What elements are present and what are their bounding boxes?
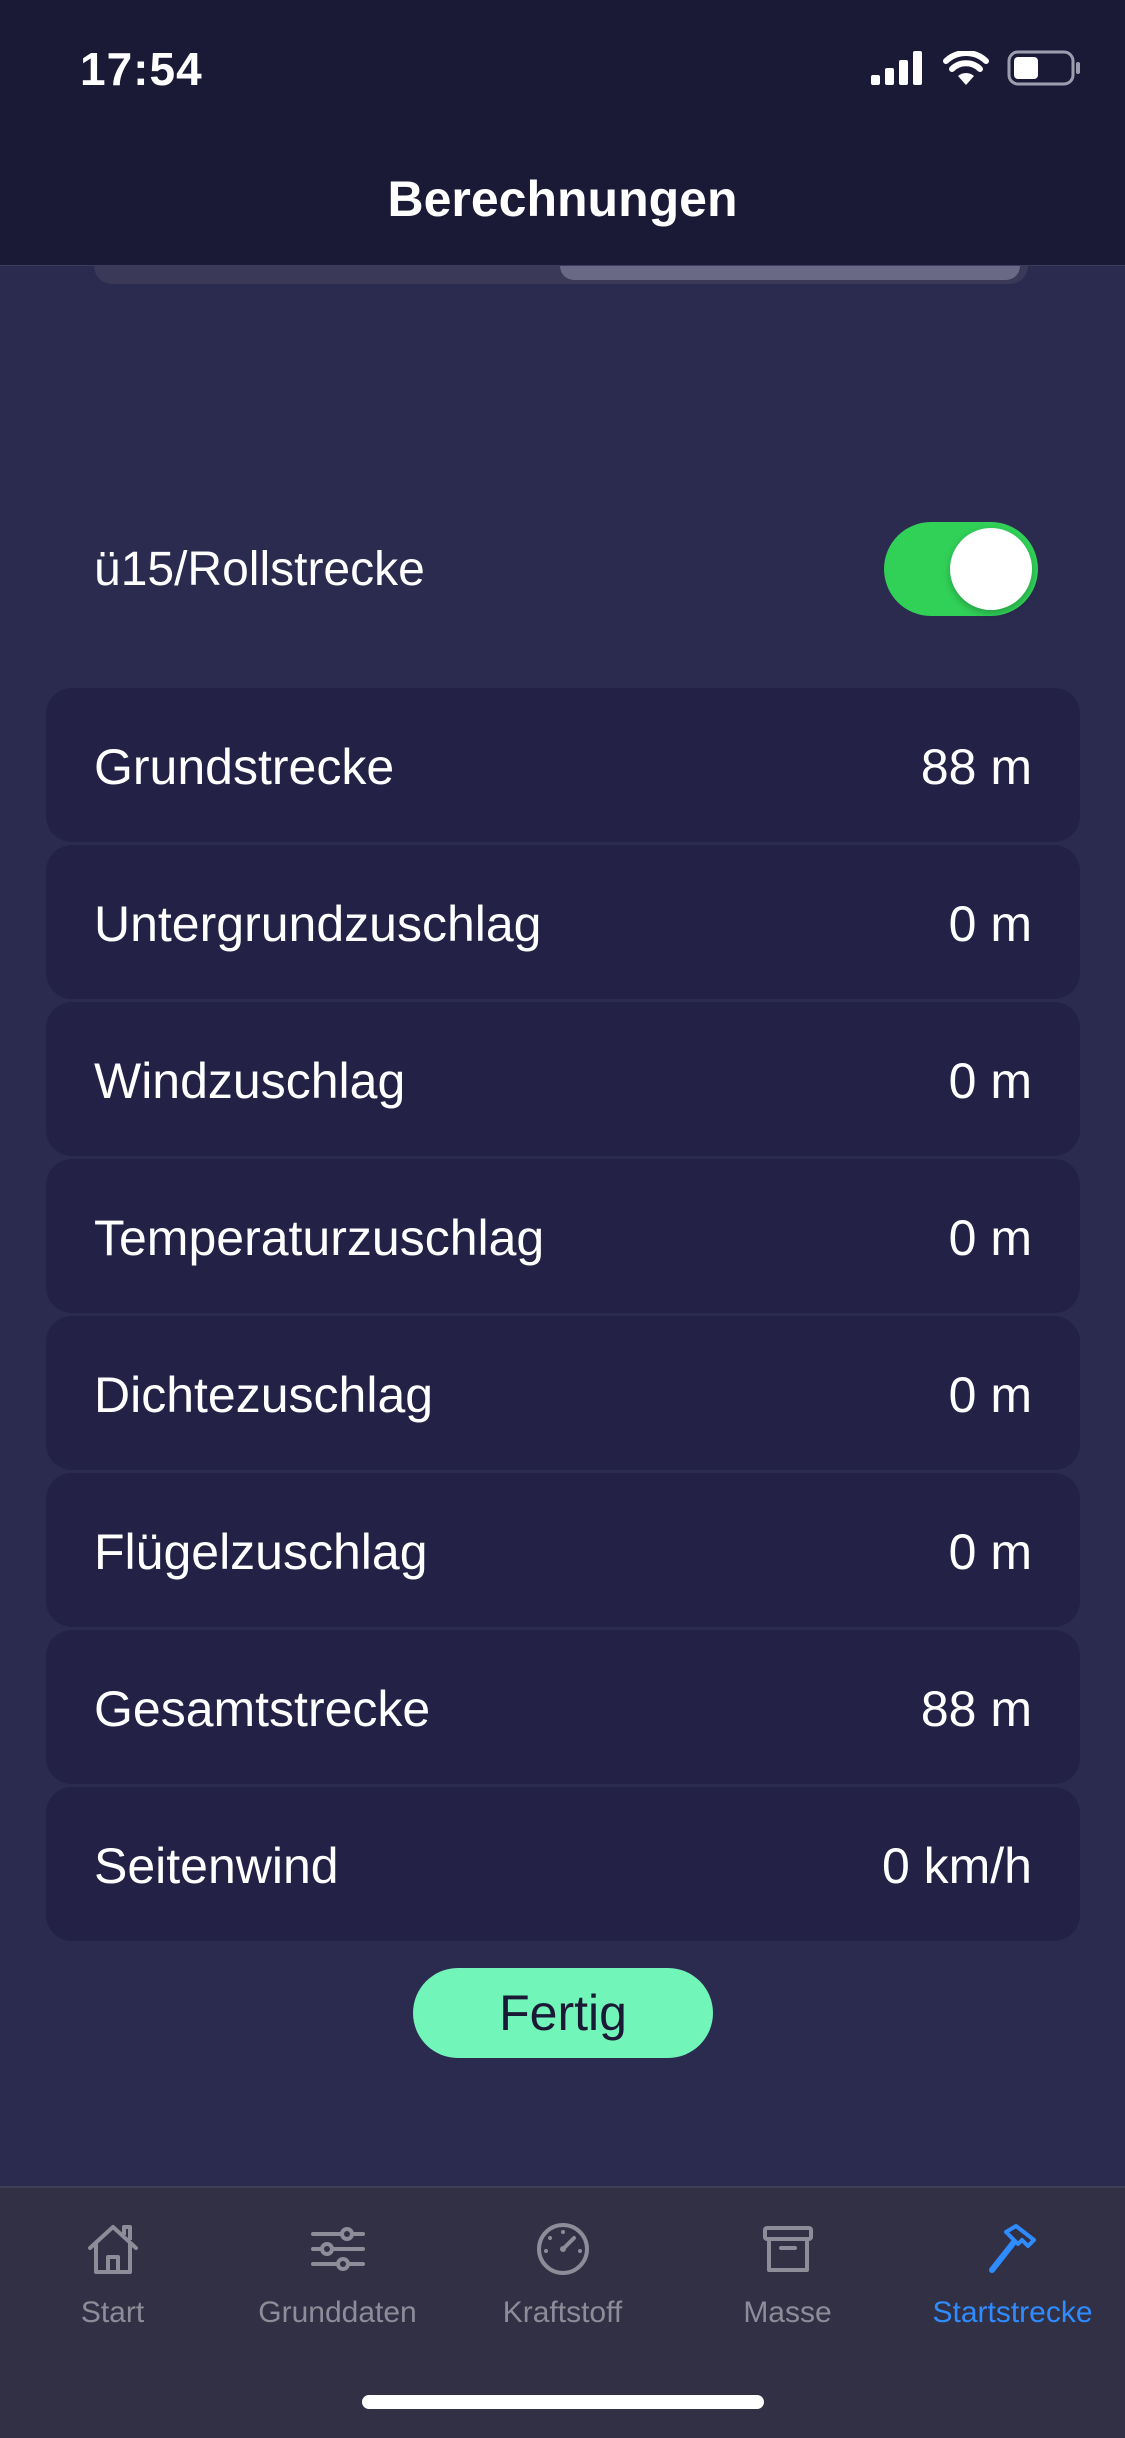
result-label: Windzuschlag [94,1053,406,1109]
results-list: Grundstrecke 88 m Untergrundzuschlag 0 m… [46,688,1080,1944]
done-button[interactable]: Fertig [413,1968,713,2058]
tab-label: Startstrecke [932,2296,1093,2329]
page-title: Berechnungen [387,171,738,227]
result-value: 0 m [948,1524,1032,1580]
result-value: 0 km/h [881,1838,1032,1894]
tab-masse[interactable]: Masse [675,2218,900,2358]
tab-label: Grunddaten [258,2296,417,2329]
status-time: 17:54 [80,43,203,95]
tab-grunddaten[interactable]: Grunddaten [225,2218,450,2358]
result-value: 0 m [948,1210,1032,1266]
tab-label: Masse [743,2296,832,2329]
toggle-label: ü15/Rollstrecke [94,543,425,596]
result-value: 0 m [948,896,1032,952]
home-indicator[interactable] [362,2395,764,2409]
archive-box-icon [762,2226,813,2272]
result-value: 88 m [920,739,1032,795]
wifi-icon [943,51,989,85]
result-label: Temperaturzuschlag [94,1210,545,1266]
result-label: Grundstrecke [94,739,395,795]
segmented-control[interactable] [94,266,1028,284]
result-row-fluegelzuschlag: Flügelzuschlag 0 m [46,1473,1080,1627]
navigation-bar: Berechnungen [0,130,1125,266]
home-icon [87,2225,138,2274]
hammer-icon [988,2224,1036,2273]
tab-label: Kraftstoff [502,2296,623,2329]
toggle-knob [950,528,1032,610]
tab-startstrecke[interactable]: Startstrecke [900,2218,1125,2358]
result-row-seitenwind: Seitenwind 0 km/h [46,1787,1080,1941]
status-bar: 17:54 [0,0,1125,130]
status-icons [871,50,1081,86]
sliders-icon [310,2227,365,2271]
result-value: 88 m [920,1681,1032,1737]
cellular-signal-icon [871,51,922,85]
result-label: Gesamtstrecke [94,1681,431,1737]
segmented-control-selected[interactable] [560,266,1020,280]
result-value: 0 m [948,1053,1032,1109]
result-label: Flügelzuschlag [94,1524,428,1580]
result-label: Seitenwind [94,1838,339,1894]
result-row-gesamtstrecke: Gesamtstrecke 88 m [46,1630,1080,1784]
gauge-icon [536,2223,589,2275]
result-row-temperaturzuschlag: Temperaturzuschlag 0 m [46,1159,1080,1313]
result-row-dichtezuschlag: Dichtezuschlag 0 m [46,1316,1080,1470]
result-value: 0 m [948,1367,1032,1423]
tab-start[interactable]: Start [0,2218,225,2358]
tab-kraftstoff[interactable]: Kraftstoff [450,2218,675,2358]
rollstrecke-toggle[interactable] [884,522,1038,616]
rollstrecke-toggle-row: ü15/Rollstrecke [94,520,1038,620]
result-label: Untergrundzuschlag [94,896,542,952]
result-label: Dichtezuschlag [94,1367,434,1423]
battery-icon [1007,50,1080,86]
result-row-windzuschlag: Windzuschlag 0 m [46,1002,1080,1156]
result-row-grundstrecke: Grundstrecke 88 m [46,688,1080,842]
tab-label: Start [80,2296,145,2329]
result-row-untergrundzuschlag: Untergrundzuschlag 0 m [46,845,1080,999]
